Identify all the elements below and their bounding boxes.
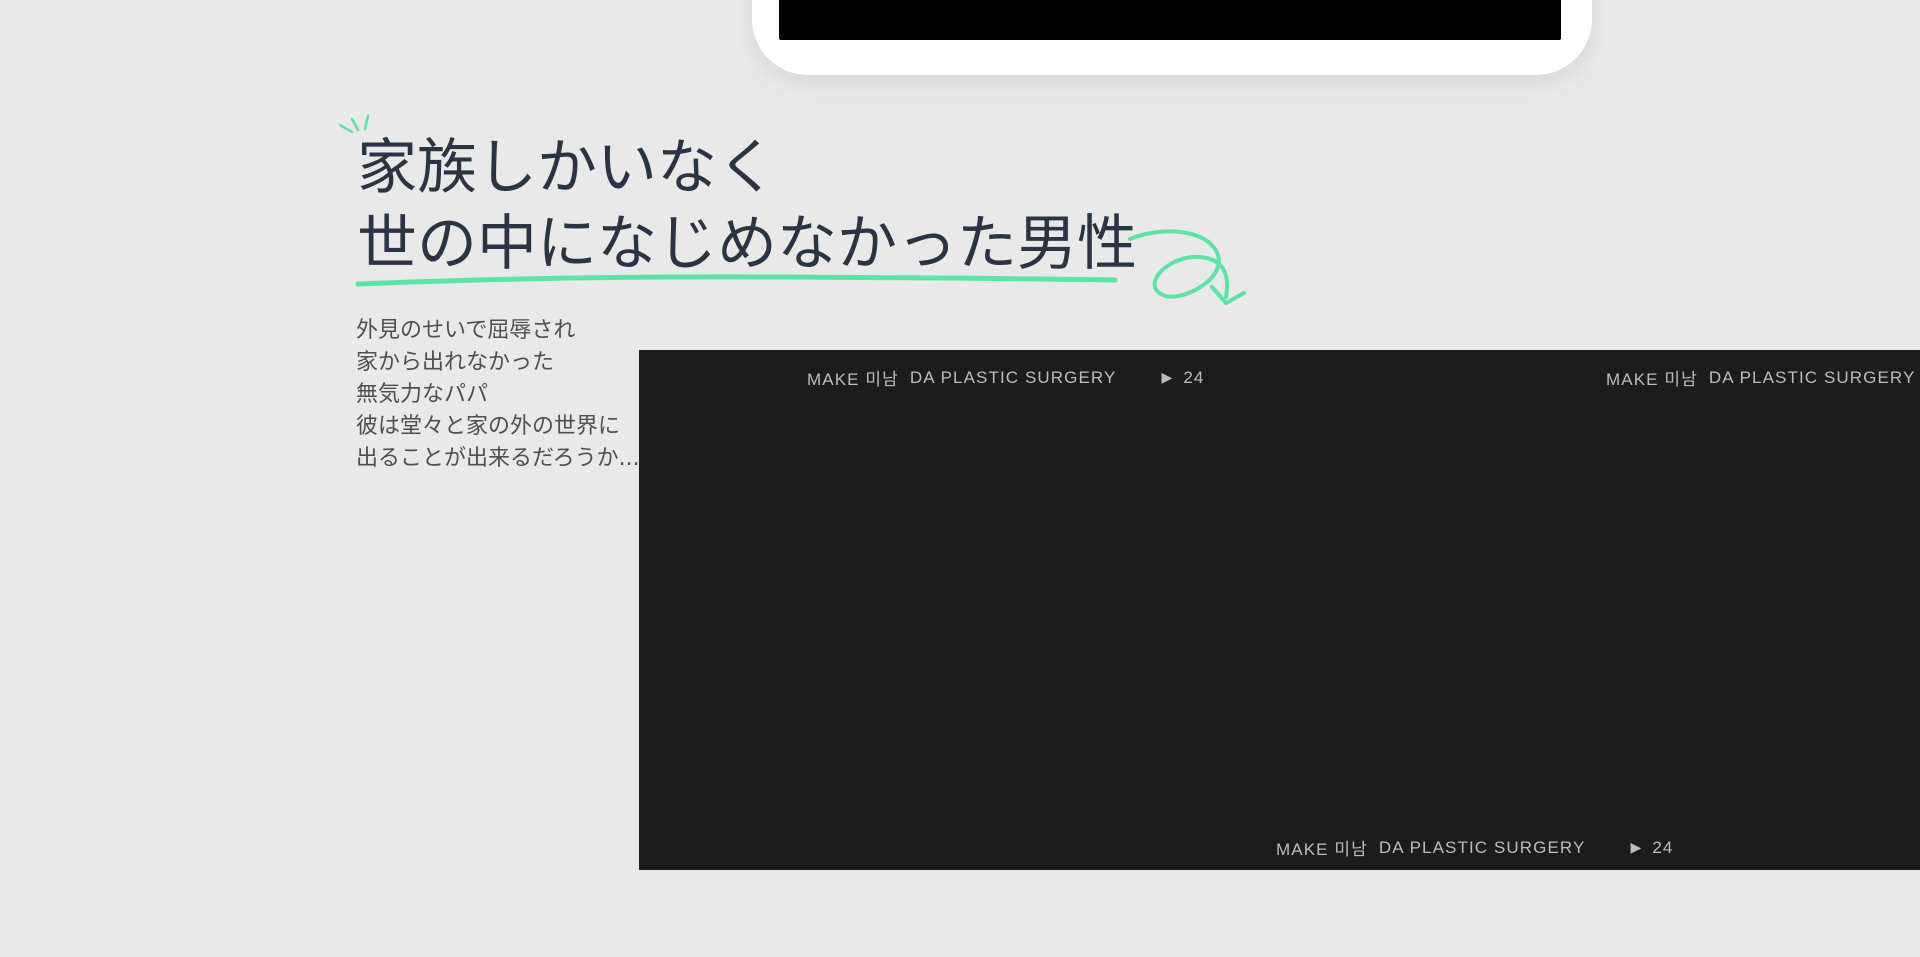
ticker-title: DA PLASTIC SURGERY (909, 367, 1117, 387)
description-line: 無気力なパパ (356, 382, 489, 407)
headline-underline (355, 274, 1118, 287)
play-count: 24 (1652, 837, 1674, 857)
play-count: 24 (1183, 367, 1205, 387)
ticker-brand: MAKE 미남 (807, 370, 899, 389)
intro-description: 外見のせいで屈辱され 家から出れなかった 無気力なパパ 彼は堂々と家の外の世界に… (356, 315, 640, 475)
ticker-title: DA PLASTIC SURGERY (1708, 367, 1916, 387)
ticker-brand: MAKE 미남 (1276, 840, 1368, 859)
headline-line-1: 家族しかいなく (357, 133, 777, 203)
video-ticker: MAKE 미남 DA PLASTIC SURGERY ▶ 24 (807, 365, 1204, 390)
play-icon: ▶ (1630, 839, 1643, 855)
video-ticker: MAKE 미남 DA PLASTIC SURGERY ▶ 24 (1276, 835, 1673, 860)
page-headline: 家族しかいなく 世の中になじめなかった男性 (357, 130, 1137, 282)
video-ticker: MAKE 미남 DA PLASTIC SURGERY (1606, 365, 1915, 390)
description-line: 外見のせいで屈辱され (356, 318, 576, 343)
description-line: 家から出れなかった (356, 350, 555, 375)
play-icon: ▶ (1161, 369, 1174, 385)
description-line: 出ることが出来るだろうか... (356, 446, 640, 471)
ticker-title: DA PLASTIC SURGERY (1378, 837, 1586, 857)
ticker-brand: MAKE 미남 (1606, 370, 1698, 389)
swirl-arrow-icon (1128, 229, 1246, 305)
headline-line-2: 世の中になじめなかった男性 (357, 209, 1137, 279)
video-panel[interactable]: MAKE 미남 DA PLASTIC SURGERY ▶ 24 MAKE 미남 … (639, 350, 1920, 870)
top-video-screen[interactable] (779, 0, 1561, 40)
description-line: 彼は堂々と家の外の世界に (356, 414, 621, 439)
